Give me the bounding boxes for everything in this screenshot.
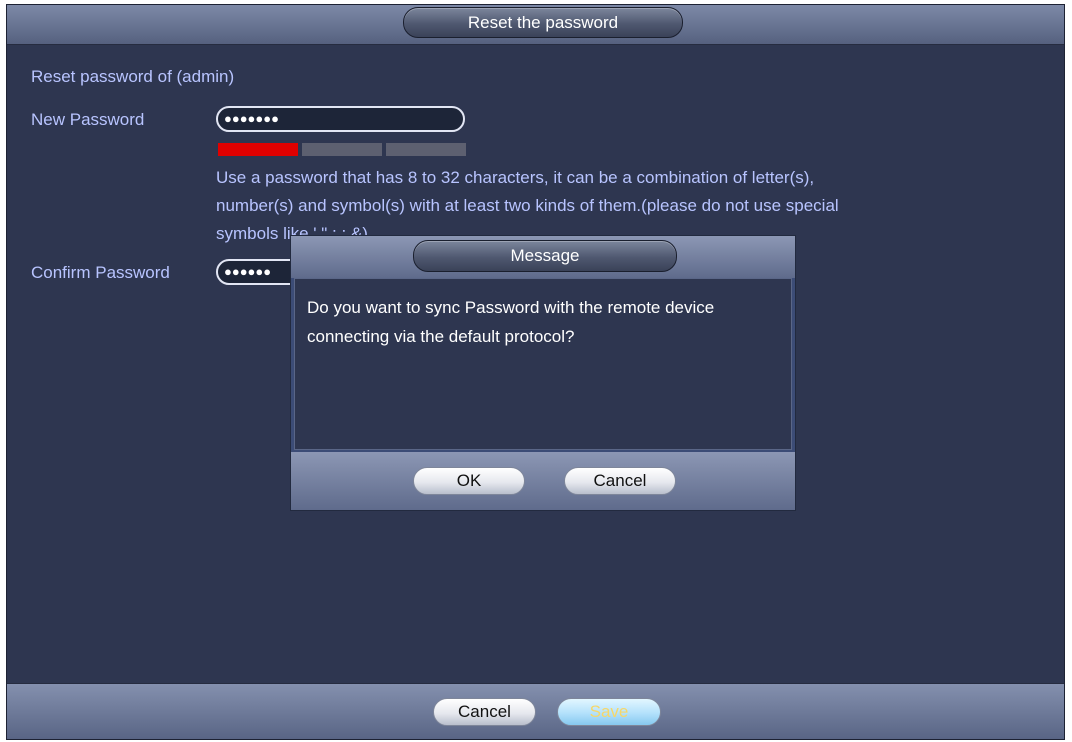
reset-subtitle: Reset password of (admin)	[31, 67, 235, 86]
password-strength-segment-1	[218, 143, 298, 156]
cancel-button[interactable]: Cancel	[433, 698, 536, 726]
password-strength-segment-3	[386, 143, 466, 156]
new-password-input[interactable]: ●●●●●●●	[216, 106, 465, 132]
help-line-1: Use a password that has 8 to 32 characte…	[216, 168, 815, 187]
dialog-message: Do you want to sync Password with the re…	[307, 293, 787, 351]
confirm-password-label: Confirm Password	[31, 263, 170, 282]
dialog-cancel-button[interactable]: Cancel	[564, 467, 676, 495]
dialog-title: Message	[413, 240, 677, 272]
dialog-header: Message	[291, 236, 795, 278]
dialog-ok-button[interactable]: OK	[413, 467, 525, 495]
dialog-body: Do you want to sync Password with the re…	[294, 278, 792, 450]
help-line-2: number(s) and symbol(s) with at least tw…	[216, 196, 839, 215]
title-bar: Reset the password	[7, 5, 1064, 45]
save-button[interactable]: Save	[557, 698, 661, 726]
dialog-footer: OK Cancel	[291, 452, 795, 510]
dialog-message-line-1: Do you want to sync Password with the re…	[307, 298, 715, 317]
dialog-message-line-2: connecting via the default protocol?	[307, 327, 575, 346]
password-strength-segment-2	[302, 143, 382, 156]
footer-bar: Cancel Save	[7, 683, 1064, 739]
new-password-label: New Password	[31, 110, 145, 129]
window-title: Reset the password	[403, 7, 683, 38]
message-dialog: Message Do you want to sync Password wit…	[290, 235, 796, 511]
